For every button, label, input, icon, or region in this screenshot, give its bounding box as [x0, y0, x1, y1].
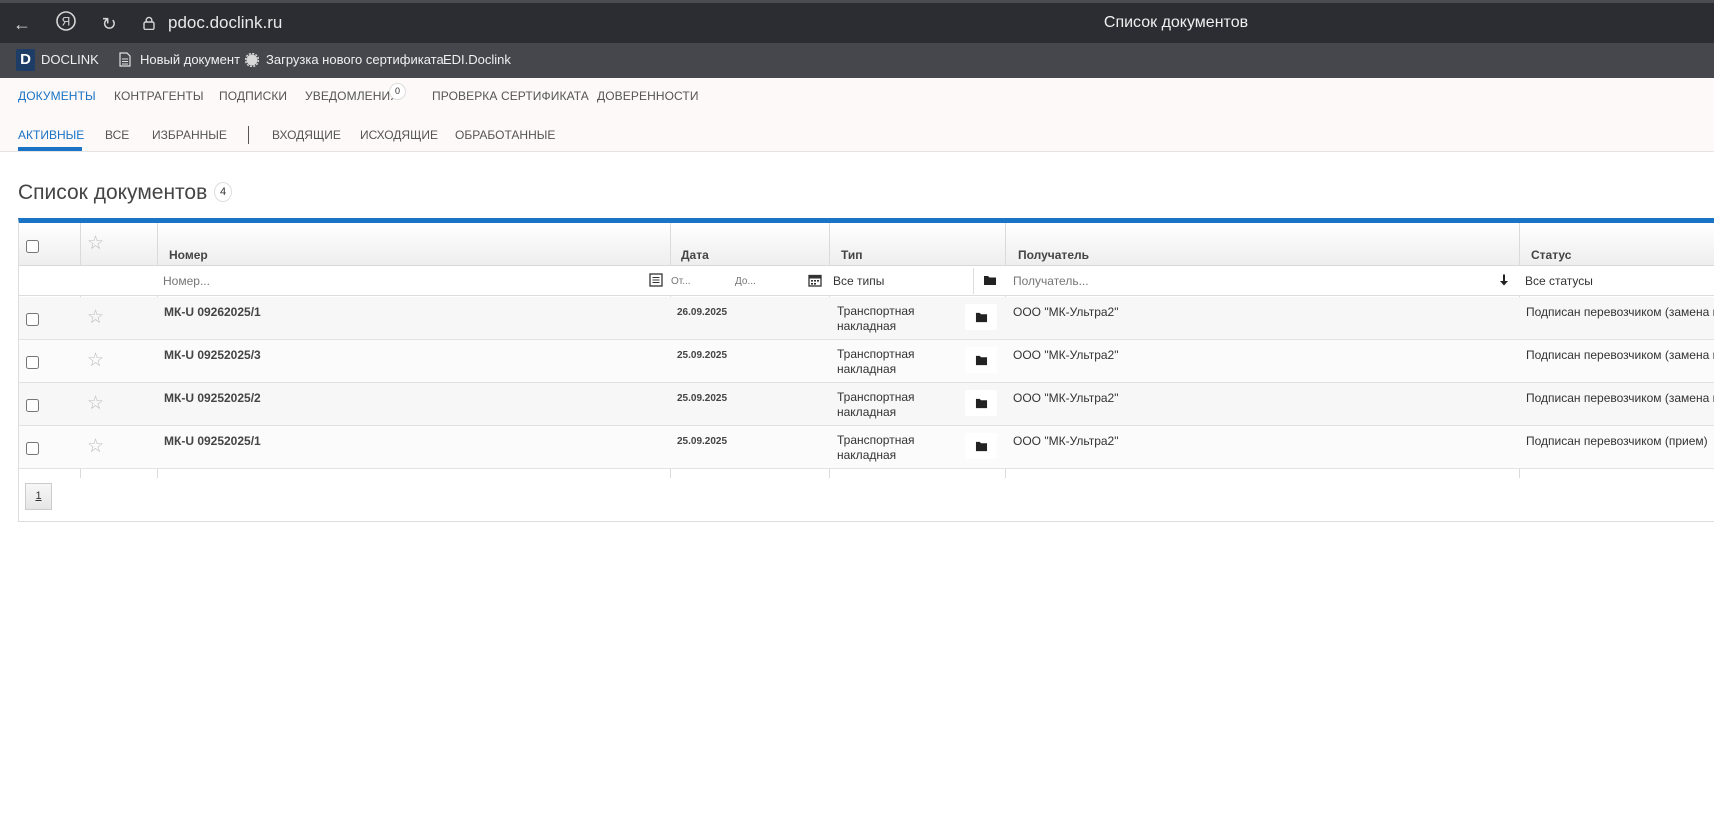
number-filter-input[interactable] — [163, 270, 643, 292]
document-recipient: ООО "МК-Ультра2" — [1013, 391, 1119, 405]
active-tab-indicator — [18, 147, 82, 151]
column-header-date[interactable]: Дата — [681, 248, 709, 262]
bookmarks-bar: D DOCLINK Новый документ Загрузка нового… — [0, 43, 1714, 78]
tab-all[interactable]: ВСЕ — [105, 128, 129, 142]
favorite-star-icon[interactable]: ☆ — [87, 437, 104, 456]
filter-row: Все типы Все статусы — [19, 266, 1714, 296]
type-folder-button[interactable] — [965, 433, 997, 459]
row-checkbox[interactable] — [26, 313, 39, 326]
recipient-filter-input[interactable] — [1013, 270, 1493, 292]
browser-tab-title: Список документов — [1103, 14, 1249, 31]
column-header-recipient[interactable]: Получатель — [1018, 248, 1089, 262]
type-folder-button[interactable] — [965, 304, 997, 330]
row-checkbox[interactable] — [26, 399, 39, 412]
document-type: Транспортная накладная — [837, 390, 915, 419]
list-icon[interactable] — [649, 273, 663, 287]
folder-icon — [975, 398, 988, 409]
documents-table: ☆ Номер Дата Тип Получатель Статус Все т… — [18, 218, 1714, 522]
browser-toolbar: ← Я ↻ pdoc.doclink.ru Список документов — [0, 0, 1714, 43]
page-title: Список документов — [18, 181, 208, 204]
document-number[interactable]: МК-U 09252025/3 — [164, 348, 261, 362]
tab-incoming[interactable]: ВХОДЯЩИЕ — [272, 128, 341, 142]
doclink-logo: D — [16, 49, 35, 71]
nav-powers-of-attorney[interactable]: ДОВЕРЕННОСТИ — [597, 89, 699, 103]
documents-count-badge: 4 — [214, 182, 232, 202]
favorites-star-icon[interactable]: ☆ — [87, 234, 104, 253]
document-status: Подписан перевозчиком (замена в — [1526, 305, 1714, 319]
document-status: Подписан перевозчиком (замена в — [1526, 348, 1714, 362]
tab-processed[interactable]: ОБРАБОТАННЫЕ — [455, 128, 555, 142]
favorite-star-icon[interactable]: ☆ — [87, 394, 104, 413]
pagination-page-button[interactable]: 1 — [25, 483, 52, 510]
row-checkbox[interactable] — [26, 442, 39, 455]
document-type: Транспортная накладная — [837, 347, 915, 376]
table-header: ☆ Номер Дата Тип Получатель Статус — [19, 223, 1714, 266]
select-all-checkbox[interactable] — [26, 240, 39, 253]
table-row[interactable]: ☆ МК-U 09252025/1 25.09.2025 Транспортна… — [19, 426, 1714, 469]
bookmark-doclink[interactable]: DOCLINK — [41, 52, 99, 67]
notifications-count-badge: 0 — [389, 83, 406, 100]
document-number[interactable]: МК-U 09262025/1 — [164, 305, 261, 319]
column-header-status[interactable]: Статус — [1531, 248, 1571, 262]
document-date: 25.09.2025 — [677, 350, 728, 361]
nav-notifications[interactable]: УВЕДОМЛЕНИЯ — [305, 89, 399, 103]
favorite-star-icon[interactable]: ☆ — [87, 351, 104, 370]
table-row[interactable]: ☆ МК-U 09252025/2 25.09.2025 Транспортна… — [19, 383, 1714, 426]
document-type: Транспортная накладная — [837, 304, 915, 333]
date-from-input[interactable] — [671, 270, 731, 292]
document-recipient: ООО "МК-Ультра2" — [1013, 348, 1119, 362]
column-header-number[interactable]: Номер — [169, 248, 208, 262]
column-header-type[interactable]: Тип — [841, 248, 863, 262]
table-row[interactable]: ☆ МК-U 09262025/1 26.09.2025 Транспортна… — [19, 297, 1714, 340]
favorite-star-icon[interactable]: ☆ — [87, 308, 104, 327]
nav-counterparties[interactable]: КОНТРАГЕНТЫ — [114, 89, 204, 103]
type-filter-value: Все типы — [833, 274, 885, 288]
tab-active[interactable]: АКТИВНЫЕ — [18, 128, 84, 142]
type-folder-button[interactable] — [965, 390, 997, 416]
bookmark-new-document[interactable]: Новый документ — [140, 52, 240, 67]
main-navigation: ДОКУМЕНТЫ КОНТРАГЕНТЫ ПОДПИСКИ УВЕДОМЛЕН… — [0, 78, 1714, 152]
folder-icon — [975, 355, 988, 366]
folder-icon[interactable] — [983, 273, 997, 287]
date-to-input[interactable] — [735, 270, 795, 292]
nav-certificate-check[interactable]: ПРОВЕРКА СЕРТИФИКАТА — [432, 89, 589, 103]
document-date: 25.09.2025 — [677, 436, 728, 447]
document-status: Подписан перевозчиком (замена в — [1526, 391, 1714, 405]
document-number[interactable]: МК-U 09252025/2 — [164, 391, 261, 405]
row-checkbox[interactable] — [26, 356, 39, 369]
document-icon — [119, 52, 131, 67]
tab-outgoing[interactable]: ИСХОДЯЩИЕ — [360, 128, 438, 142]
tab-favorites[interactable]: ИЗБРАННЫЕ — [152, 128, 227, 142]
document-date: 26.09.2025 — [677, 307, 728, 318]
folder-icon — [975, 312, 988, 323]
document-number[interactable]: МК-U 09252025/1 — [164, 434, 261, 448]
arrow-down-icon[interactable] — [1497, 273, 1511, 287]
type-filter-select[interactable]: Все типы — [831, 268, 974, 294]
bookmark-edi-doclink[interactable]: EDI.Doclink — [443, 52, 511, 67]
gear-icon — [245, 53, 259, 67]
document-status: Подписан перевозчиком (прием) — [1526, 434, 1708, 448]
status-filter-select[interactable]: Все статусы — [1525, 274, 1593, 288]
type-folder-button[interactable] — [965, 347, 997, 373]
calendar-icon[interactable] — [808, 273, 822, 287]
document-date: 25.09.2025 — [677, 393, 728, 404]
nav-documents[interactable]: ДОКУМЕНТЫ — [18, 89, 96, 103]
document-recipient: ООО "МК-Ультра2" — [1013, 434, 1119, 448]
document-recipient: ООО "МК-Ультра2" — [1013, 305, 1119, 319]
folder-icon — [975, 441, 988, 452]
table-row[interactable]: ☆ МК-U 09252025/3 25.09.2025 Транспортна… — [19, 340, 1714, 383]
document-type: Транспортная накладная — [837, 433, 915, 462]
bookmark-upload-certificate[interactable]: Загрузка нового сертификата — [266, 52, 444, 67]
tab-divider — [248, 126, 249, 144]
nav-subscriptions[interactable]: ПОДПИСКИ — [219, 89, 287, 103]
